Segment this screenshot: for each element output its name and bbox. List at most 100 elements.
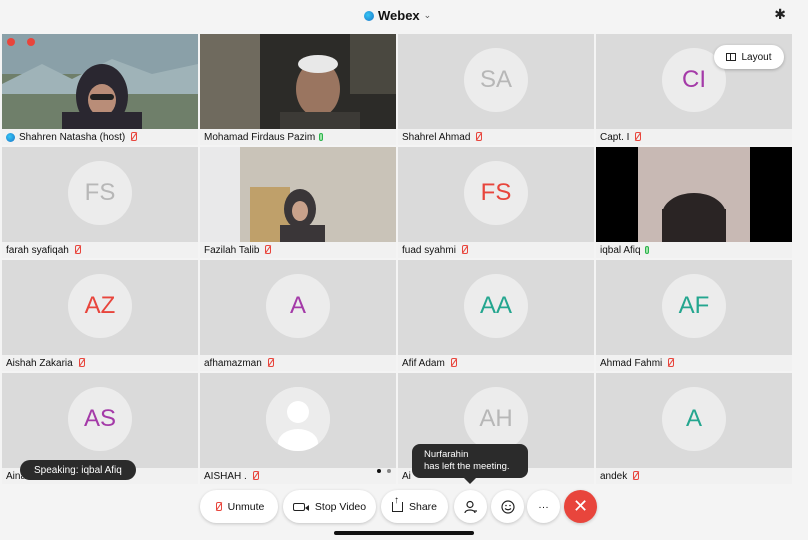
mic-muted-icon — [460, 245, 468, 255]
avatar-initials: AZ — [84, 292, 116, 319]
page-indicator[interactable] — [377, 469, 391, 473]
unmute-button[interactable]: Unmute — [200, 490, 278, 523]
speaking-indicator: Speaking: iqbal Afiq — [20, 460, 136, 480]
avatar-initials: SA — [479, 66, 512, 93]
avatar — [266, 387, 330, 451]
participant-name-bar: fuad syahmi — [398, 242, 594, 258]
participant-tile[interactable]: A afhamazman — [200, 260, 396, 371]
participant-tile[interactable]: SA Shahrel Ahmad — [398, 34, 594, 145]
mic-muted-icon — [263, 245, 272, 255]
reactions-button[interactable] — [491, 490, 524, 523]
mic-muted-icon — [73, 245, 81, 255]
avatar-initials: CI — [682, 66, 706, 93]
participants-icon — [463, 500, 477, 513]
meeting-title-menu[interactable]: Webex ⌄ — [364, 8, 431, 23]
avatar: AH — [464, 387, 528, 451]
mic-muted-icon — [77, 358, 85, 368]
more-options-button[interactable]: ··· — [527, 490, 560, 523]
app-title: Webex — [378, 8, 420, 23]
avatar: FS — [68, 161, 132, 225]
avatar-initials: A — [685, 405, 702, 432]
notification-toast: Nurfarahin has left the meeting. — [412, 444, 528, 484]
mic-muted-icon — [474, 132, 483, 142]
participant-video — [200, 34, 396, 129]
webex-logo-icon — [364, 10, 374, 21]
avatar: A — [266, 274, 330, 338]
stop-video-button[interactable]: Stop Video — [283, 490, 376, 523]
more-icon: ··· — [538, 500, 549, 513]
avatar-initials: FS — [84, 179, 116, 206]
page-dot[interactable] — [377, 469, 381, 473]
mic-muted-icon — [633, 132, 642, 142]
participants-button[interactable] — [454, 490, 487, 523]
avatar-initials: AA — [479, 292, 512, 319]
participant-name: iqbal Afiq — [600, 244, 641, 256]
avatar: AS — [68, 387, 132, 451]
participant-tile[interactable]: AA Afif Adam — [398, 260, 594, 371]
participant-tile[interactable]: FS farah syafiqah — [2, 147, 198, 258]
leave-meeting-button[interactable]: ✕ — [564, 490, 597, 523]
participant-name: fuad syahmi — [402, 244, 456, 256]
home-indicator — [334, 531, 474, 535]
smiley-icon — [500, 499, 515, 514]
avatar-initials: AS — [83, 405, 116, 432]
mic-muted-icon — [251, 471, 259, 481]
participant-name-bar: Shahren Natasha (host) — [2, 129, 198, 145]
share-icon — [391, 496, 403, 512]
close-icon: ✕ — [572, 496, 589, 516]
participant-name-bar: Capt. I — [596, 129, 792, 145]
layout-button[interactable]: Layout — [714, 45, 784, 69]
participant-tile[interactable]: AISHAH . — [200, 373, 396, 484]
mic-muted-icon — [449, 358, 457, 368]
grid-layout-icon — [726, 53, 737, 61]
share-button[interactable]: Share — [381, 490, 448, 523]
participant-tile[interactable]: FS fuad syahmi — [398, 147, 594, 258]
participant-tile[interactable]: A andek — [596, 373, 792, 484]
participant-name: Shahrel Ahmad — [402, 131, 471, 143]
participant-tile[interactable]: AF Ahmad Fahmi — [596, 260, 792, 371]
participant-video — [200, 147, 396, 242]
avatar: AF — [662, 274, 726, 338]
avatar-initials: A — [289, 292, 306, 319]
participant-name-bar: Afif Adam — [398, 355, 594, 371]
participant-name: Ai — [402, 470, 411, 482]
chevron-down-icon: ⌄ — [423, 10, 432, 20]
participant-name-bar: Ahmad Fahmi — [596, 355, 792, 371]
mic-muted-icon — [214, 501, 222, 512]
mic-muted-icon — [266, 358, 274, 368]
share-label: Share — [408, 500, 438, 513]
avatar-initials: FS — [480, 179, 512, 206]
page-dot[interactable] — [387, 469, 391, 473]
avatar: FS — [464, 161, 528, 225]
participant-name: AISHAH . — [204, 470, 247, 482]
participant-name-bar: farah syafiqah — [2, 242, 198, 258]
mic-muted-icon — [631, 471, 640, 481]
avatar: AZ — [68, 274, 132, 338]
participant-tile[interactable]: Shahren Natasha (host) — [2, 34, 198, 145]
unmute-label: Unmute — [227, 500, 265, 513]
participant-name-bar: iqbal Afiq — [596, 242, 792, 258]
participant-tile[interactable]: Fazilah Talib — [200, 147, 396, 258]
participant-name: Afif Adam — [402, 357, 445, 369]
participant-name: Shahren Natasha (host) — [19, 131, 126, 143]
toast-title: Nurfarahin — [424, 449, 469, 460]
avatar-initials: AF — [678, 292, 710, 319]
mic-active-icon — [644, 246, 649, 254]
participant-name: andek — [600, 470, 628, 482]
participant-tile[interactable]: Mohamad Firdaus Pazim — [200, 34, 396, 145]
avatar: A — [662, 387, 726, 451]
participant-grid: Shahren Natasha (host) Mohamad Firdaus P… — [0, 34, 808, 484]
avatar-initials: AH — [479, 405, 513, 432]
participant-name-bar: Shahrel Ahmad — [398, 129, 594, 145]
participant-name-bar: Mohamad Firdaus Pazim — [200, 129, 396, 145]
participant-name: Aishah Zakaria — [6, 357, 73, 369]
bluetooth-icon: ✱ — [774, 6, 786, 22]
stop-video-label: Stop Video — [314, 500, 367, 513]
meeting-controls: Unmute Stop Video Share ··· ✕ — [0, 490, 808, 526]
participant-tile[interactable]: iqbal Afiq — [596, 147, 792, 258]
participant-tile[interactable]: AZ Aishah Zakaria — [2, 260, 198, 371]
host-icon — [6, 132, 15, 142]
default-user-icon — [266, 387, 330, 451]
participant-name-bar: afhamazman — [200, 355, 396, 371]
toast-message: has left the meeting. — [424, 461, 510, 472]
